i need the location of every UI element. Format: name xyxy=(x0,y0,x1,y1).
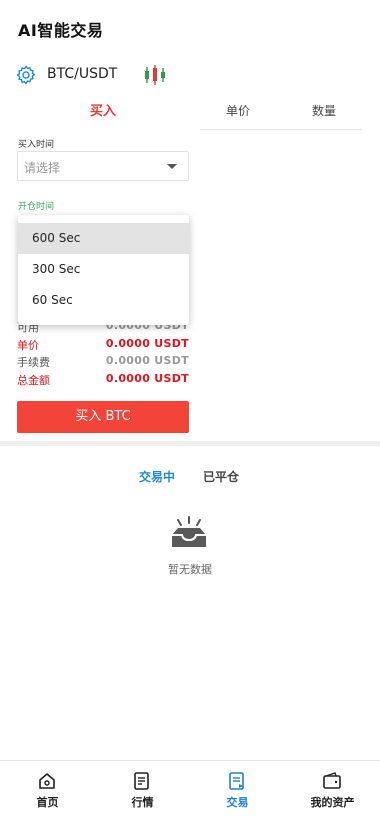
duration-option[interactable]: 600 Sec xyxy=(18,223,189,254)
total-row: 总金额 0.0000 USDT xyxy=(17,372,189,388)
nav-item-trade[interactable]: 交易 xyxy=(190,761,285,822)
nav-label-assets: 我的资产 xyxy=(310,796,355,809)
open-time-label: 开仓时间 xyxy=(18,202,55,212)
tab-in-progress[interactable]: 交易中 xyxy=(139,468,175,485)
nav-label-trade: 交易 xyxy=(226,796,249,809)
column-quantity: 数量 xyxy=(312,104,337,118)
app-title: AI智能交易 xyxy=(18,21,104,40)
total-label: 总金额 xyxy=(17,374,50,387)
buy-time-placeholder: 请选择 xyxy=(24,161,61,175)
tab-buy[interactable]: 买入 xyxy=(17,100,189,122)
duration-option[interactable]: 300 Sec xyxy=(18,254,189,285)
empty-state-text: 暂无数据 xyxy=(168,563,212,576)
fee-label: 手续费 xyxy=(17,356,50,369)
buy-button[interactable]: 买入 BTC xyxy=(17,401,189,433)
nav-item-market[interactable]: 行情 xyxy=(95,761,190,822)
nav-label-market: 行情 xyxy=(131,796,154,809)
unit-price-value: 0.0000 USDT xyxy=(105,337,189,350)
app-header: AI智能交易 xyxy=(0,0,380,56)
empty-inbox-icon xyxy=(172,516,206,547)
fee-row: 手续费 0.0000 USDT xyxy=(17,354,189,370)
bottom-nav: 首页 行情 交易 我的资产 xyxy=(0,760,380,822)
buy-time-label: 买入时间 xyxy=(18,140,55,150)
unit-price-label: 单价 xyxy=(17,339,39,352)
chevron-down-icon xyxy=(167,164,177,169)
trade-icon xyxy=(229,772,244,790)
order-tabs: 交易中 已平仓 xyxy=(0,466,380,488)
buy-time-select[interactable]: 请选择 xyxy=(17,151,189,181)
fee-value: 0.0000 USDT xyxy=(105,354,189,367)
wallet-icon xyxy=(323,772,341,789)
candlestick-icon[interactable] xyxy=(143,64,167,86)
total-value: 0.0000 USDT xyxy=(105,372,189,385)
nav-item-home[interactable]: 首页 xyxy=(0,761,95,822)
duration-option[interactable]: 60 Sec xyxy=(18,285,189,316)
home-icon xyxy=(39,773,55,789)
gear-icon[interactable] xyxy=(15,64,37,86)
tab-closed[interactable]: 已平仓 xyxy=(203,468,239,485)
column-price: 单价 xyxy=(226,104,251,118)
nav-item-assets[interactable]: 我的资产 xyxy=(285,761,380,822)
nav-label-home: 首页 xyxy=(36,796,59,809)
pair-row: BTC/USDT xyxy=(0,60,380,90)
section-divider xyxy=(0,441,380,446)
pair-label[interactable]: BTC/USDT xyxy=(47,66,117,82)
duration-dropdown: 600 Sec 300 Sec 60 Sec xyxy=(18,215,189,325)
order-book-header: 单价 数量 xyxy=(200,96,362,130)
unit-price-row: 单价 0.0000 USDT xyxy=(17,337,189,353)
market-icon xyxy=(134,772,149,790)
